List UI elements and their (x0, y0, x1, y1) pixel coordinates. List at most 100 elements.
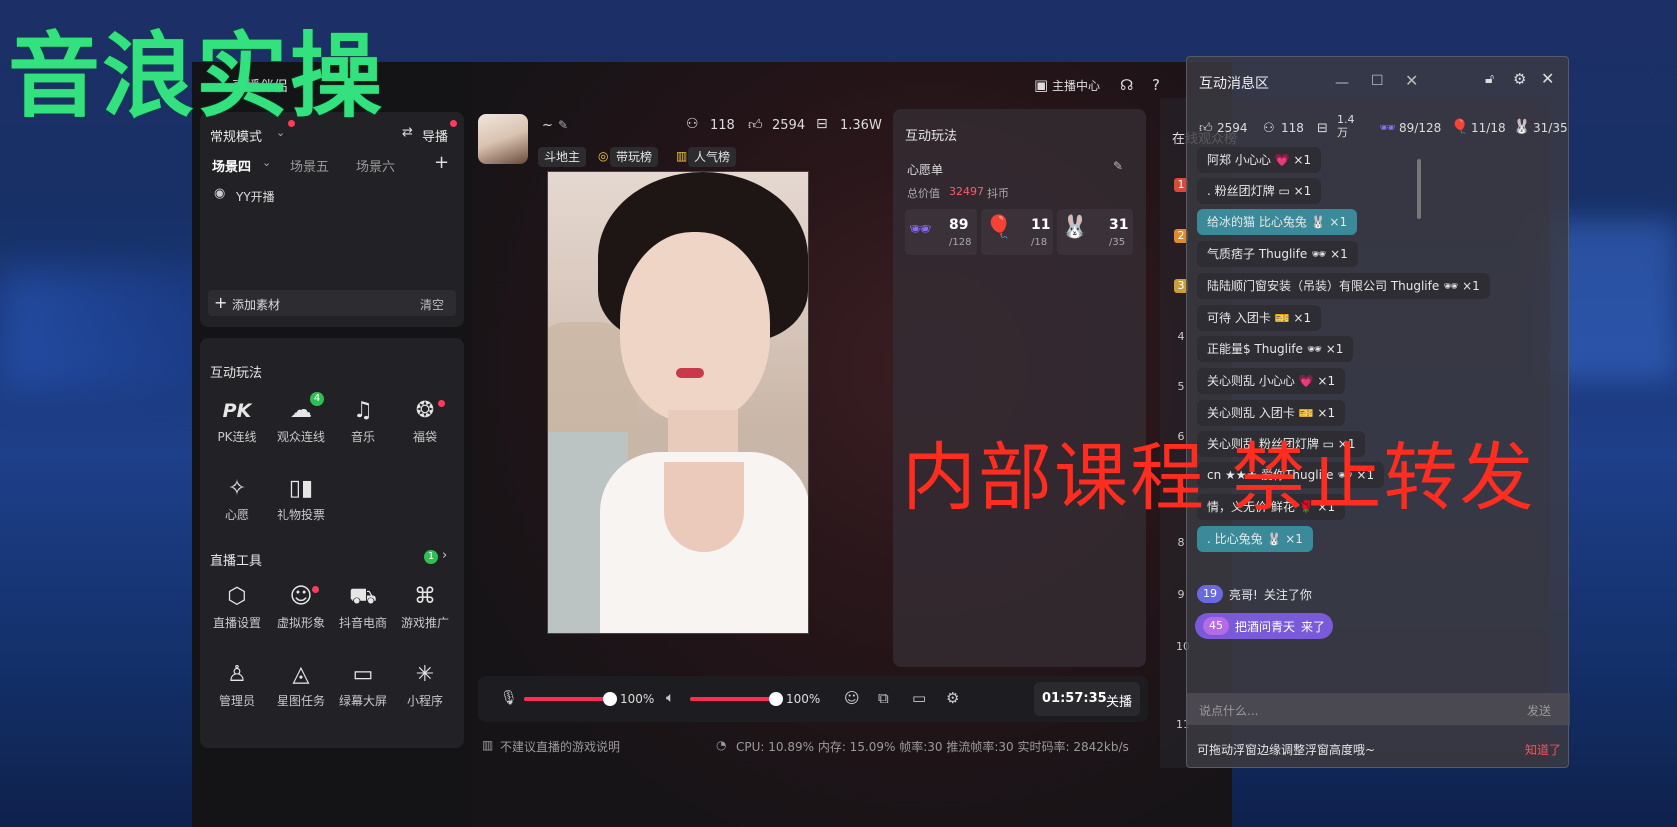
lock-icon[interactable]: 🔓︎ (1485, 71, 1494, 87)
live-settings-button[interactable]: ⬡ 直播设置 (202, 582, 272, 631)
clear-button[interactable]: 清空 (420, 296, 444, 313)
chat-message[interactable]: 正能量$ Thuglife 🕶 ×1 (1197, 336, 1354, 362)
tag-landlord[interactable]: 斗地主 (538, 147, 587, 167)
tag-play-rank[interactable]: 带玩榜 (610, 147, 659, 167)
virtual-avatar-button[interactable]: ☺ 虚拟形象 (266, 582, 336, 631)
scene-tab-5[interactable]: 场景五 (290, 156, 329, 175)
monitor-stats-icon: ◔ (716, 738, 727, 752)
music-icon: ♫ (353, 398, 373, 423)
join-notice: 45 把酒问青天 来了 (1195, 613, 1334, 639)
speaker-icon[interactable]: 🔈︎ (666, 690, 674, 706)
scene-panel: 常规模式 ⌄ ⇄ 导播 场景四 ⌄ 场景五 场景六 + ◉ YY开播 + 添加素… (200, 112, 464, 327)
chat-message[interactable]: . 粉丝团灯牌 ▭ ×1 (1197, 178, 1322, 204)
chat-message[interactable]: . 比心兔兔 🐰 ×1 (1197, 526, 1313, 552)
green-screen-button[interactable]: ▭ 绿幕大屏 (328, 660, 398, 709)
settings-icon[interactable]: ⚙ (946, 689, 959, 707)
swap-icon[interactable]: ⇄ (402, 125, 413, 140)
wish-panel-title: 互动玩法 (905, 129, 958, 144)
revenue-value: 1.36W (840, 118, 882, 133)
avatar[interactable] (478, 114, 528, 164)
miniapp-icon: ✳ (415, 662, 435, 687)
total-value: 32497 (949, 185, 984, 198)
gamepad-icon: ◎ (598, 149, 609, 163)
chat-viewer-count: 118 (1281, 121, 1304, 135)
glasses-gift-icon: 🕶 (1379, 121, 1396, 136)
microphone-icon[interactable]: 🎙︎ (500, 690, 518, 706)
speaker-volume-knob[interactable] (769, 692, 783, 706)
tools-panel: 互动玩法 PK PK连线 ☁ 观众连线 4 ♫ 音乐 ❂ 福袋 ✧ 心愿 ▯▮ … (200, 338, 464, 748)
guide-button[interactable]: 导播 (422, 126, 448, 145)
game-promo-button[interactable]: ⌘ 游戏推广 (390, 582, 460, 631)
chevron-right-icon[interactable]: › (442, 548, 447, 563)
music-button[interactable]: ♫ 音乐 (328, 396, 398, 445)
scene-tab-6[interactable]: 场景六 (356, 156, 395, 175)
follower-name[interactable]: 亮哥! (1229, 586, 1258, 603)
lucky-bag-icon: ❂ (415, 398, 435, 423)
tag-popular-rank[interactable]: 人气榜 (688, 147, 737, 167)
settings-icon[interactable]: ⚙ (1513, 70, 1526, 88)
chat-message[interactable]: 陆陆顺门窗安装（吊装）有限公司 Thuglife 🕶 ×1 (1197, 273, 1490, 299)
gamepad-icon: ⌘ (414, 584, 436, 609)
host-center-button[interactable]: 主播中心 (1052, 77, 1100, 94)
video-camera-icon[interactable]: ▭ (912, 689, 926, 707)
pk-link-button[interactable]: PK PK连线 (202, 396, 272, 445)
cart-icon: ⛟ (349, 584, 377, 609)
glasses-gift-icon: 🕶 (909, 219, 932, 240)
notification-dot (450, 120, 457, 127)
source-item[interactable]: YY开播 (236, 188, 275, 205)
minimize-icon[interactable]: — (1335, 75, 1349, 91)
speaker-volume-value: 100% (786, 692, 821, 706)
star-task-icon: ◬ (292, 662, 310, 687)
info-icon: ▥ (482, 738, 494, 752)
wish-button[interactable]: ✧ 心愿 (202, 474, 272, 523)
add-material-button[interactable]: 添加素材 (232, 296, 280, 313)
help-icon[interactable]: ? (1152, 76, 1160, 94)
star-task-button[interactable]: ◬ 星图任务 (266, 660, 336, 709)
chevron-down-icon[interactable]: ⌄ (262, 156, 271, 169)
chat-message[interactable]: 气质痞子 Thuglife 🕶 ×1 (1197, 241, 1358, 267)
close-icon[interactable]: ✕ (1405, 71, 1418, 90)
like-icon: 👍︎ (748, 117, 763, 133)
headset-icon[interactable]: ☊ (1120, 76, 1133, 94)
edit-icon[interactable]: ✎ (1113, 159, 1123, 173)
screen-share-icon[interactable]: ⧉ (878, 689, 889, 707)
gift-vote-button[interactable]: ▯▮ 礼物投票 (266, 474, 336, 523)
face (620, 232, 770, 422)
game-hint-link[interactable]: 不建议直播的游戏说明 (500, 738, 620, 755)
overlay-title: 音浪实操 (8, 23, 385, 130)
chat-message[interactable]: 可待 入团卡 🎫 ×1 (1197, 305, 1322, 331)
chat-message[interactable]: 关心则乱 小心心 💗 ×1 (1197, 368, 1346, 394)
add-scene-icon[interactable]: + (434, 152, 449, 173)
chat-message[interactable]: 阿郑 小心心 💗 ×1 (1197, 147, 1322, 173)
beauty-icon[interactable]: ☺ (844, 689, 860, 707)
chat-window[interactable]: 互动消息区 — ☐ ✕ 🔓︎ ⚙ ✕ 👍︎ 2594 ⚇ 118 ⊟ 1.4 万… (1186, 56, 1570, 768)
chart-icon: ▥ (676, 149, 688, 163)
admin-button[interactable]: ♙ 管理员 (202, 660, 272, 709)
chat-input[interactable]: 说点什么... (1199, 702, 1258, 719)
edit-icon[interactable]: ✎ (558, 118, 568, 132)
balloon-gift-icon: 🎈 (1451, 119, 1469, 135)
got-it-button[interactable]: 知道了 (1525, 741, 1561, 758)
lucky-bag-button[interactable]: ❂ 福袋 (390, 396, 460, 445)
wish-item[interactable]: 🕶 89 /128 (905, 209, 977, 255)
live-preview[interactable] (547, 171, 809, 634)
plus-icon[interactable]: + (214, 293, 227, 312)
mic-volume-fill (524, 697, 610, 701)
scene-tab-4[interactable]: 场景四 (212, 156, 251, 175)
scrollbar[interactable] (1417, 159, 1421, 219)
level-badge: 19 (1197, 585, 1223, 603)
mini-program-button[interactable]: ✳ 小程序 (390, 660, 460, 709)
gift-progress-2: 11/18 (1471, 121, 1506, 135)
audience-link-button[interactable]: ☁ 观众连线 (266, 396, 336, 445)
ecommerce-button[interactable]: ⛟ 抖音电商 (328, 582, 398, 631)
joiner-name[interactable]: 把酒问青天 (1235, 618, 1295, 635)
wish-item[interactable]: 🎈 11 /18 (981, 209, 1053, 255)
mic-volume-knob[interactable] (603, 692, 617, 706)
close-icon[interactable]: ✕ (1541, 69, 1554, 88)
end-live-button[interactable]: 01:57:35 关播 (1034, 682, 1140, 716)
send-button[interactable]: 发送 (1527, 702, 1551, 719)
maximize-icon[interactable]: ☐ (1371, 73, 1384, 89)
chat-message[interactable]: 给冰的猫 比心兔兔 🐰 ×1 (1197, 209, 1358, 235)
audience-link-badge: 4 (310, 392, 324, 406)
wish-item[interactable]: 🐰 31 /35 (1057, 209, 1133, 255)
